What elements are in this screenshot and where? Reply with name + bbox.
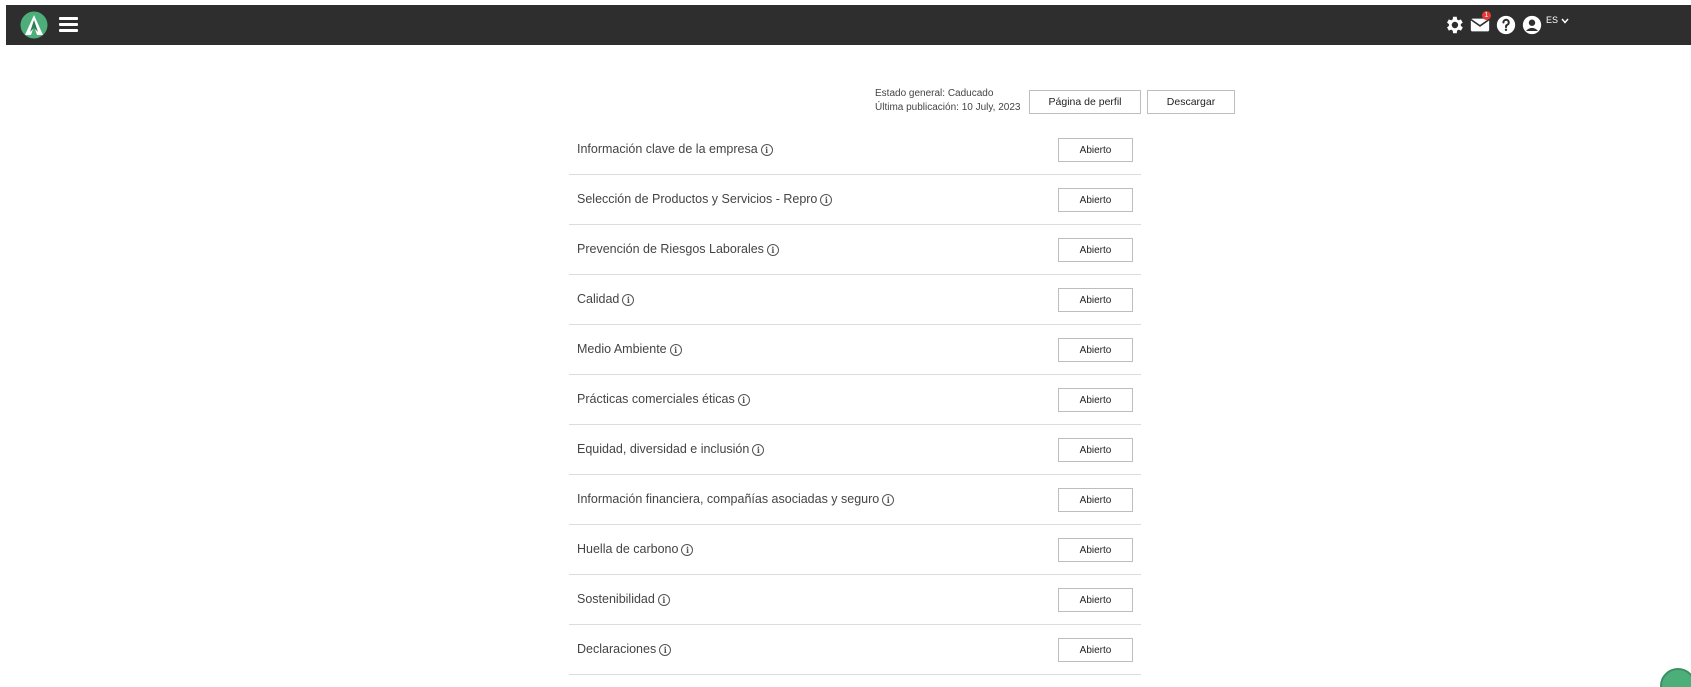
list-item: Información clave de la empresa i Abierto bbox=[569, 125, 1141, 175]
section-label: Prevención de Riesgos Laborales i bbox=[577, 242, 779, 256]
info-icon[interactable]: i bbox=[752, 444, 765, 456]
help-icon[interactable] bbox=[1495, 14, 1517, 36]
list-item: Prácticas comerciales éticas i Abierto bbox=[569, 375, 1141, 425]
info-icon[interactable]: i bbox=[681, 544, 694, 556]
last-published: Última publicación: 10 July, 2023 bbox=[875, 102, 1021, 113]
download-button[interactable]: Descargar bbox=[1147, 90, 1235, 114]
list-item: Sostenibilidad i Abierto bbox=[569, 575, 1141, 625]
section-label: Sostenibilidad i bbox=[577, 592, 670, 606]
section-label: Calidad i bbox=[577, 292, 635, 306]
list-item: Prevención de Riesgos Laborales i Abierto bbox=[569, 225, 1141, 275]
menu-icon[interactable] bbox=[59, 17, 78, 32]
open-button[interactable]: Abierto bbox=[1058, 238, 1133, 262]
list-item: Medio Ambiente i Abierto bbox=[569, 325, 1141, 375]
profile-page-button[interactable]: Página de perfil bbox=[1029, 90, 1141, 114]
open-button[interactable]: Abierto bbox=[1058, 638, 1133, 662]
info-icon[interactable]: i bbox=[766, 244, 779, 256]
info-icon[interactable]: i bbox=[737, 394, 750, 406]
section-label: Huella de carbono i bbox=[577, 542, 694, 556]
user-icon[interactable] bbox=[1521, 14, 1543, 36]
gear-icon[interactable] bbox=[1443, 14, 1465, 36]
chevron-down-icon bbox=[1560, 18, 1569, 24]
info-icon[interactable]: i bbox=[659, 644, 672, 656]
list-item: Información financiera, compañías asocia… bbox=[569, 475, 1141, 525]
section-label: Selección de Productos y Servicios - Rep… bbox=[577, 192, 833, 206]
open-button[interactable]: Abierto bbox=[1058, 288, 1133, 312]
open-button[interactable]: Abierto bbox=[1058, 338, 1133, 362]
status-block: Estado general: Caducado Última publicac… bbox=[875, 87, 1020, 115]
mail-badge: 1 bbox=[1482, 11, 1491, 20]
mail-icon[interactable]: 1 bbox=[1469, 11, 1491, 36]
info-icon[interactable]: i bbox=[657, 594, 670, 606]
info-icon[interactable]: i bbox=[622, 294, 635, 306]
sections-list: Información clave de la empresa i Abierto… bbox=[569, 125, 1141, 675]
open-button[interactable]: Abierto bbox=[1058, 188, 1133, 212]
list-item: Calidad i Abierto bbox=[569, 275, 1141, 325]
logo[interactable] bbox=[19, 11, 49, 39]
list-item: Selección de Productos y Servicios - Rep… bbox=[569, 175, 1141, 225]
open-button[interactable]: Abierto bbox=[1058, 538, 1133, 562]
open-button[interactable]: Abierto bbox=[1058, 388, 1133, 412]
open-button[interactable]: Abierto bbox=[1058, 438, 1133, 462]
open-button[interactable]: Abierto bbox=[1058, 138, 1133, 162]
top-navbar: 1 ES bbox=[6, 5, 1691, 45]
info-icon[interactable]: i bbox=[669, 344, 682, 356]
language-selector[interactable]: ES bbox=[1546, 15, 1569, 25]
info-icon[interactable]: i bbox=[820, 194, 833, 206]
section-label: Información financiera, compañías asocia… bbox=[577, 492, 895, 506]
info-icon[interactable]: i bbox=[882, 494, 895, 506]
section-label: Información clave de la empresa i bbox=[577, 142, 773, 156]
general-status: Estado general: Caducado bbox=[875, 88, 994, 99]
open-button[interactable]: Abierto bbox=[1058, 488, 1133, 512]
section-label: Equidad, diversidad e inclusión i bbox=[577, 442, 765, 456]
list-item: Declaraciones i Abierto bbox=[569, 625, 1141, 675]
open-button[interactable]: Abierto bbox=[1058, 588, 1133, 612]
language-label: ES bbox=[1546, 15, 1559, 25]
section-label: Prácticas comerciales éticas i bbox=[577, 392, 750, 406]
info-icon[interactable]: i bbox=[760, 144, 773, 156]
list-item: Equidad, diversidad e inclusión i Abierto bbox=[569, 425, 1141, 475]
section-label: Declaraciones i bbox=[577, 642, 672, 656]
list-item: Huella de carbono i Abierto bbox=[569, 525, 1141, 575]
section-label: Medio Ambiente i bbox=[577, 342, 682, 356]
